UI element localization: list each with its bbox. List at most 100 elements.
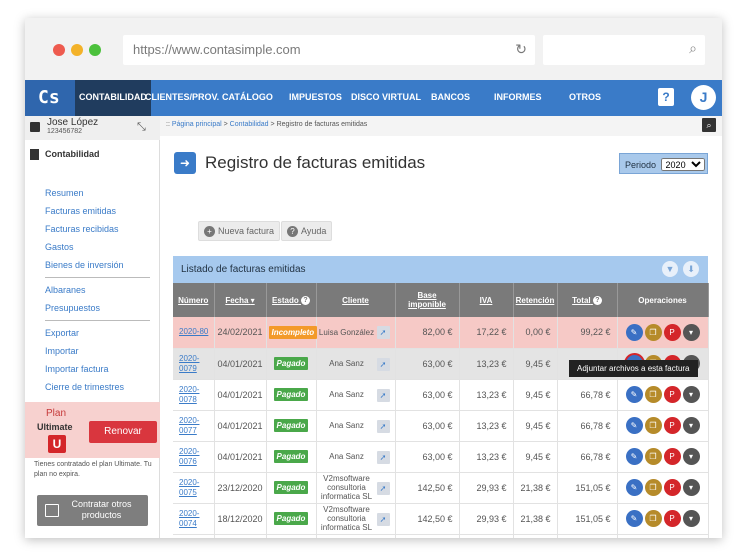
app-logo[interactable]: Cs <box>25 80 75 116</box>
sidebar-item-cierre-trimestres[interactable]: Cierre de trimestres <box>45 382 124 392</box>
filter-icon[interactable]: ▼ <box>662 261 678 277</box>
close-window-button[interactable] <box>53 44 65 56</box>
breadcrumb-home[interactable]: Página principal <box>172 121 222 128</box>
table-row[interactable]: 2020-0076 04/01/2021 Pagado Ana Sanz ➚ 63,00 … <box>173 441 709 473</box>
col-total[interactable]: Total ? <box>557 283 618 317</box>
sidebar-item-resumen[interactable]: Resumen <box>45 188 84 198</box>
sidebar-item-albaranes[interactable]: Albaranes <box>45 285 86 295</box>
table-row[interactable]: 2020-0074 18/12/2020 Pagado V2msoftware con… <box>173 503 709 535</box>
nav-catalogo[interactable]: CATÁLOGO <box>222 92 273 102</box>
help-icon[interactable]: ? <box>592 295 602 305</box>
invoice-number-link[interactable]: 2020-0076 <box>175 447 212 467</box>
more-options-icon[interactable]: ▾ <box>682 448 700 465</box>
invoice-number-link[interactable]: 2020-0077 <box>175 416 212 436</box>
sidebar-item-facturas-recibidas[interactable]: Facturas recibidas <box>45 224 119 234</box>
collapse-sidebar-icon[interactable]: ⤡ <box>137 121 146 134</box>
copy-icon[interactable]: ❐ <box>644 417 662 434</box>
col-numero[interactable]: Número <box>173 283 215 317</box>
more-options-icon[interactable]: ▾ <box>682 386 700 403</box>
nav-disco-virtual[interactable]: DISCO VIRTUAL <box>351 92 421 102</box>
invoice-number-link[interactable]: 2020-0079 <box>175 354 212 374</box>
attach-icon[interactable]: ✎ <box>625 510 643 527</box>
table-row[interactable]: 2020-0075 23/12/2020 Pagado V2msoftware con… <box>173 472 709 504</box>
sidebar-item-importar-factura[interactable]: Importar factura <box>45 364 109 374</box>
user-name: Jose López <box>47 117 99 128</box>
search-icon[interactable]: ⌕ <box>702 118 716 132</box>
pdf-icon[interactable]: P <box>663 479 681 496</box>
sidebar-item-importar[interactable]: Importar <box>45 346 79 356</box>
attach-icon[interactable]: ✎ <box>625 448 643 465</box>
help-page-button[interactable]: ? Ayuda <box>281 221 333 241</box>
status-badge: Pagado <box>273 357 309 370</box>
user-box: Jose López 123456782 ⤡ <box>25 116 160 140</box>
copy-icon[interactable]: ❐ <box>644 386 662 403</box>
col-base-imponible[interactable]: Base imponible <box>395 283 460 317</box>
more-options-icon[interactable]: ▾ <box>682 323 700 341</box>
breadcrumb-contabilidad[interactable]: Contabilidad <box>230 121 269 128</box>
minimize-window-button[interactable] <box>71 44 83 56</box>
client-link-icon[interactable]: ➚ <box>376 450 390 464</box>
nav-informes[interactable]: INFORMES <box>494 92 542 102</box>
copy-icon[interactable]: ❐ <box>644 479 662 496</box>
nav-otros[interactable]: OTROS <box>569 92 601 102</box>
client-link-icon[interactable]: ➚ <box>376 326 390 339</box>
sidebar-item-exportar[interactable]: Exportar <box>45 328 79 338</box>
copy-icon[interactable]: ❐ <box>644 448 662 465</box>
attach-icon[interactable]: ✎ <box>625 386 643 403</box>
sidebar-item-bienes-inversion[interactable]: Bienes de inversión <box>45 260 124 270</box>
list-header: Listado de facturas emitidas ▼ ⬇ <box>173 256 708 283</box>
browser-search-input[interactable]: ⌕ <box>543 35 705 65</box>
invoice-number-link[interactable]: 2020-0075 <box>175 478 212 498</box>
copy-icon[interactable]: ❐ <box>644 323 662 341</box>
cell-estado: Pagado <box>266 379 317 411</box>
invoice-list: Listado de facturas emitidas ▼ ⬇ Número … <box>173 256 709 538</box>
table-row[interactable]: 2020-0077 04/01/2021 Pagado Ana Sanz ➚ 63,00 … <box>173 410 709 442</box>
sidebar-item-facturas-emitidas[interactable]: Facturas emitidas <box>45 206 116 216</box>
sidebar-item-gastos[interactable]: Gastos <box>45 242 74 252</box>
maximize-window-button[interactable] <box>89 44 101 56</box>
help-button[interactable]: ? <box>658 88 674 106</box>
new-invoice-button[interactable]: + Nueva factura <box>198 221 281 241</box>
col-fecha[interactable]: Fecha ▾ <box>214 283 267 317</box>
client-link-icon[interactable]: ➚ <box>376 357 390 371</box>
more-options-icon[interactable]: ▾ <box>682 417 700 434</box>
invoice-number-link[interactable]: 2020-80 <box>175 327 212 337</box>
nav-bancos[interactable]: BANCOS <box>431 92 470 102</box>
pdf-icon[interactable]: P <box>663 448 681 465</box>
contract-products-button[interactable]: Contratar otros productos <box>37 495 148 526</box>
user-avatar[interactable]: J <box>691 85 716 110</box>
pdf-icon[interactable]: P <box>663 323 681 341</box>
pdf-icon[interactable]: P <box>663 417 681 434</box>
more-options-icon[interactable]: ▾ <box>682 479 700 496</box>
pdf-icon[interactable]: P <box>663 510 681 527</box>
renew-button[interactable]: Renovar <box>89 421 157 443</box>
url-bar[interactable]: https://www.contasimple.com ↻ <box>123 35 535 65</box>
more-options-icon[interactable]: ▾ <box>682 510 700 527</box>
pdf-icon[interactable]: P <box>663 386 681 403</box>
client-link-icon[interactable]: ➚ <box>376 481 390 495</box>
invoice-number-link[interactable]: 2020-0074 <box>175 509 212 529</box>
nav-clientes[interactable]: CLIENTES/PROV. <box>145 92 219 102</box>
help-icon[interactable]: ? <box>300 295 310 305</box>
table-row[interactable]: 2020-80 24/02/2021 Incompleto Luisa Gonzále… <box>173 317 709 349</box>
download-icon[interactable]: ⬇ <box>683 261 699 277</box>
client-link-icon[interactable]: ➚ <box>376 419 390 433</box>
period-select[interactable]: 2020 <box>660 158 705 171</box>
table-row[interactable]: 2020-007316/12/2020PagadoV2msoftware con… <box>173 534 709 538</box>
client-link-icon[interactable]: ➚ <box>376 388 390 402</box>
col-cliente[interactable]: Cliente <box>316 283 396 317</box>
reload-icon[interactable]: ↻ <box>515 41 527 58</box>
col-estado[interactable]: Estado ? <box>266 283 317 317</box>
copy-icon[interactable]: ❐ <box>644 510 662 527</box>
nav-impuestos[interactable]: IMPUESTOS <box>289 92 342 102</box>
sidebar-item-presupuestos[interactable]: Presupuestos <box>45 303 100 313</box>
col-iva[interactable]: IVA <box>459 283 514 317</box>
col-retencion[interactable]: Retención <box>513 283 558 317</box>
table-row[interactable]: 2020-0078 04/01/2021 Pagado Ana Sanz ➚ 63,00 … <box>173 379 709 411</box>
client-link-icon[interactable]: ➚ <box>376 512 390 526</box>
nav-contabilidad[interactable]: CONTABILIDAD <box>75 80 151 116</box>
attach-icon[interactable]: ✎ <box>625 323 643 341</box>
attach-icon[interactable]: ✎ <box>625 417 643 434</box>
invoice-number-link[interactable]: 2020-0078 <box>175 385 212 405</box>
attach-icon[interactable]: ✎ <box>625 479 643 496</box>
